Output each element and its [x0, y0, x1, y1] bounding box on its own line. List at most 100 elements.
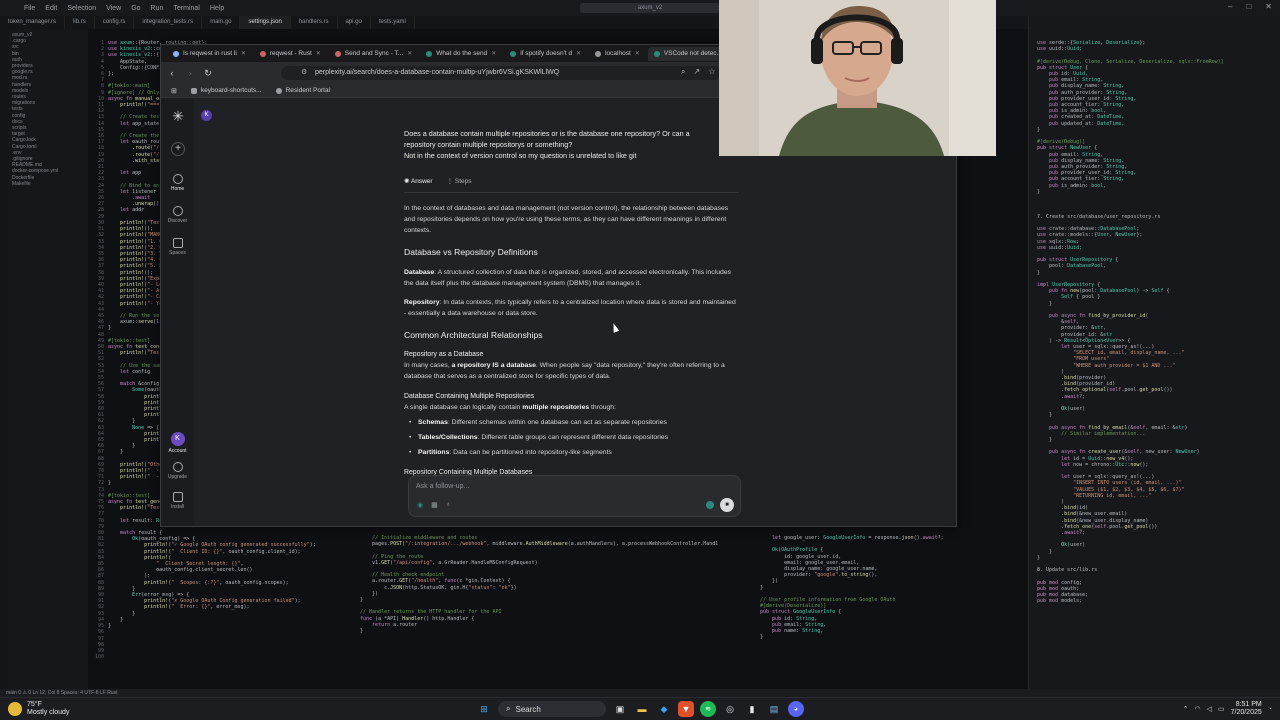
editor-tab[interactable]: api.go [338, 16, 371, 29]
followup-tools: ◉ ▦ ♁ [417, 501, 451, 509]
close-icon[interactable]: ✕ [1265, 2, 1272, 11]
code-editor-go[interactable]: // Initialize middleware and routes page… [360, 535, 720, 685]
taskbar-search[interactable]: ⌕ Search [498, 701, 606, 717]
bookmark-favicon-icon [190, 87, 197, 94]
account-avatar: K [170, 432, 185, 446]
editor-tab[interactable]: lib.rs [65, 16, 95, 29]
menu-go[interactable]: Go [131, 5, 140, 12]
code-editor-rust-2[interactable]: let google_user: GoogleUserInfo = respon… [760, 535, 1025, 685]
editor-tab[interactable]: tests.yaml [371, 16, 415, 29]
close-tab-icon[interactable]: ✕ [491, 50, 496, 57]
editor-tab[interactable]: config.rs [95, 16, 135, 29]
zoom-icon[interactable]: ⌕ [681, 67, 685, 77]
bookmark-item[interactable]: keyboard-shortcuts... [190, 87, 262, 94]
browser-tab[interactable]: What do the send ✕ [420, 47, 502, 61]
new-thread-plus-icon[interactable]: + [171, 142, 185, 156]
discord-icon[interactable]: ◕ [788, 701, 804, 717]
weather-widget[interactable]: 75°F Mostly cloudy [8, 701, 69, 717]
battery-icon[interactable]: ▭ [1218, 705, 1225, 713]
browser-tab[interactable]: if spotify doesn't d ✕ [504, 47, 587, 61]
question-line: repository contain multiple repositorys … [404, 140, 573, 149]
explorer-item[interactable]: Makefile [12, 181, 84, 187]
share-icon[interactable]: ↗ [693, 67, 700, 77]
model-selector-icon[interactable] [706, 501, 714, 509]
browser-tab[interactable]: Send and Sync - T... ✕ [329, 47, 418, 61]
menu-run[interactable]: Run [151, 5, 164, 12]
nav-account[interactable]: K Account [161, 432, 194, 454]
nav-spaces[interactable]: Spaces [161, 238, 194, 256]
definition-database-text: : A structured collection of data that i… [404, 269, 731, 287]
definition-database: Database: A structured collection of dat… [404, 267, 739, 289]
nav-upgrade[interactable]: Upgrade [161, 462, 194, 480]
tab-steps[interactable]: ⋮ Steps [447, 177, 472, 185]
minimize-icon[interactable]: – [1228, 2, 1232, 11]
tab-answer[interactable]: ✺ Answer [404, 177, 433, 185]
menu-edit[interactable]: Edit [45, 5, 57, 12]
terminal-icon[interactable]: ▮ [744, 701, 760, 717]
grid-icon[interactable]: ▦ [431, 501, 438, 509]
list-item-term: Partitions [418, 449, 450, 456]
wifi-icon[interactable]: ◠ [1194, 705, 1200, 713]
nav-discover[interactable]: Discover [161, 206, 194, 224]
menu-view[interactable]: View [106, 5, 121, 12]
editor-tab[interactable]: integration_tests.rs [134, 16, 203, 29]
menu-file[interactable]: File [24, 5, 35, 12]
editor-tab[interactable]: token_manager.rs [0, 16, 66, 29]
nav-install[interactable]: Install [161, 492, 194, 510]
perplexity-logo-icon[interactable]: ✳ [170, 108, 186, 124]
file-explorer-icon[interactable]: ▬ [634, 701, 650, 717]
close-tab-icon[interactable]: ✕ [635, 50, 640, 57]
vscode-app-icon[interactable]: ◆ [656, 701, 672, 717]
menu-selection[interactable]: Selection [67, 5, 96, 12]
vscode-command-search[interactable]: axum_v2 [580, 3, 720, 13]
menu-help[interactable]: Help [210, 5, 224, 12]
weather-text: 75°F Mostly cloudy [27, 701, 69, 717]
tray-chevron-icon[interactable]: ⌃ [1183, 705, 1189, 713]
list-item-text: : Data can be partitioned into repositor… [449, 449, 612, 456]
spotify-icon[interactable]: ≋ [700, 701, 716, 717]
list-item-term: Schemas [418, 419, 448, 426]
url-text: perplexity.ai/search/does-a-database-con… [315, 69, 560, 76]
bookmark-favicon-icon [275, 87, 282, 94]
editor-tab[interactable]: handlers.rs [291, 16, 338, 29]
editor-tab[interactable]: main.go [202, 16, 241, 29]
browser-tab[interactable]: Is reqwest in rust li ✕ [167, 47, 252, 61]
close-tab-icon[interactable]: ✕ [241, 50, 246, 57]
browser-tab-title: Send and Sync - T... [344, 50, 404, 57]
back-arrow-icon[interactable]: ‹ [165, 66, 179, 80]
list-item-text: : Different table groups can represent d… [477, 434, 669, 441]
tab-answer-label: Answer [410, 178, 433, 185]
volume-icon[interactable]: ◁ [1207, 705, 1212, 713]
task-view-icon[interactable]: ▣ [612, 701, 628, 717]
reload-icon[interactable]: ↻ [201, 66, 215, 80]
tab-favicon-icon [653, 50, 660, 57]
lightbulb-icon[interactable]: ♁ [446, 501, 451, 509]
browser-tab[interactable]: localhost ✕ [589, 47, 646, 61]
search-mode-icon[interactable]: ◉ [417, 501, 423, 509]
forward-arrow-icon[interactable]: › [183, 66, 197, 80]
browser-tab[interactable]: reqwest - Rust ✕ [254, 47, 327, 61]
chrome-icon[interactable]: ◎ [722, 701, 738, 717]
site-info-icon[interactable]: ⚙ [301, 66, 307, 80]
menu-terminal[interactable]: Terminal [173, 5, 199, 12]
taskbar-clock[interactable]: 8:51 PM 7/20/2025 [1231, 701, 1262, 717]
windows-start-icon[interactable]: ⊞ [476, 701, 492, 717]
apps-grid-icon[interactable]: ⊞ [171, 87, 177, 95]
send-stop-icon[interactable]: ■ [720, 498, 734, 512]
followup-input[interactable]: Ask a follow-up... ◉ ▦ ♁ ■ [408, 475, 741, 517]
nav-home[interactable]: Home [161, 174, 194, 192]
editor-tab[interactable]: settings.json [240, 16, 291, 29]
address-bar[interactable]: ⚙ perplexity.ai/search/does-a-database-c… [281, 66, 721, 80]
close-tab-icon[interactable]: ✕ [316, 50, 321, 57]
bookmark-item[interactable]: Resident Portal [275, 87, 330, 94]
close-tab-icon[interactable]: ✕ [407, 50, 412, 57]
close-tab-icon[interactable]: ✕ [576, 50, 581, 57]
brave-browser-icon[interactable]: ▼ [678, 701, 694, 717]
copilot-chat-pane: use serde::{Serialize, Deserialize}; use… [1028, 16, 1280, 689]
maximize-icon[interactable]: □ [1246, 2, 1251, 11]
notes-app-icon[interactable]: ▤ [766, 701, 782, 717]
taskbar-search-label: Search [515, 704, 541, 714]
star-icon[interactable]: ☆ [708, 67, 715, 77]
thread-avatar[interactable]: K [201, 110, 212, 121]
notification-bell-icon[interactable]: ◔ [1268, 706, 1272, 713]
